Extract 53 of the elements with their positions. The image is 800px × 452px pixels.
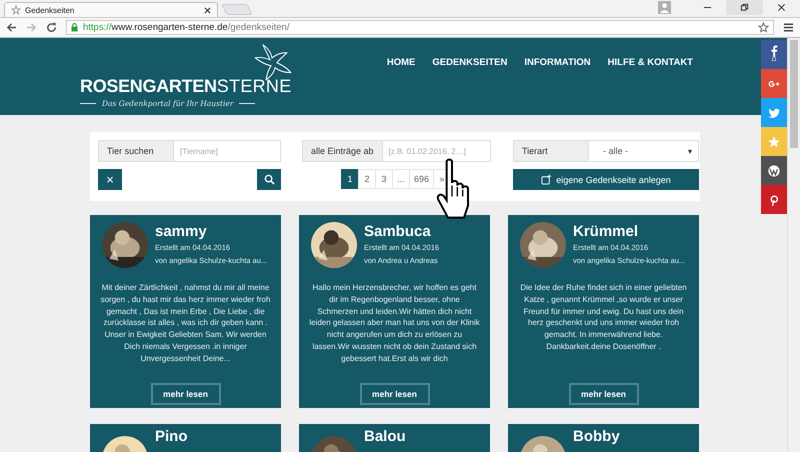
wordpress-icon	[768, 164, 780, 176]
star-icon	[768, 136, 780, 148]
logo-wordmark[interactable]: ROSENGARTENSTERNE	[80, 76, 292, 96]
page-link[interactable]: 2	[358, 169, 376, 189]
pet-name[interactable]: sammy	[155, 223, 268, 241]
memorial-text: Die Idee der Ruhe findet sich in einer geliebten Katze , genannt Krümmel ,so wurde er unser Freund für immer und ewig. Du hast uns dein herz geschenkt und uns immer wieder froh gemacht. In immerwährend liebe. Dankbarkeit.deine Dosenöffner .	[519, 282, 688, 353]
field-label: Tier suchen	[98, 140, 173, 162]
bookmark-star-icon[interactable]	[758, 22, 769, 33]
clear-button[interactable]: ×	[98, 169, 122, 190]
star-logo-icon	[253, 44, 293, 81]
nav-link[interactable]: INFORMATION	[524, 57, 591, 68]
lock-icon	[71, 23, 78, 32]
share-button[interactable]	[761, 156, 787, 185]
pet-name[interactable]: Balou	[364, 428, 406, 446]
page-link[interactable]: ...	[392, 169, 410, 189]
reload-icon[interactable]	[46, 22, 57, 33]
search-field[interactable]: [Tiername]	[173, 140, 281, 162]
close-icon[interactable]	[204, 6, 211, 14]
pet-name[interactable]: Bobby	[573, 428, 620, 446]
field-label: Tierart	[513, 140, 588, 162]
nav-link[interactable]: HILFE & KONTAKT	[608, 57, 693, 68]
pet-name[interactable]: Pino	[155, 428, 188, 446]
scrollbar-thumb[interactable]	[790, 40, 798, 148]
pet-name[interactable]: Krümmel	[573, 223, 686, 241]
read-more-button[interactable]: mehr lesen	[568, 383, 638, 405]
memorial-text: Hallo mein Herzensbrecher, wir hoffen es geht dir im Regenbogenland besser, ohne Schmerzen und leiden.Wir hätten dich nicht leiden gelassen aber man hat uns von der Klinik nicht angerufen um dich zu erlösen zu lassen.Wir wussten nicht ob dein Zustand sich gebessert hat.Erst als wir dich	[309, 282, 480, 365]
date-field[interactable]: [z.B. 01.02.2016, 2…]	[382, 140, 491, 162]
back-icon[interactable]	[6, 22, 17, 33]
restore-icon[interactable]	[726, 0, 763, 15]
page-link[interactable]: 1	[340, 169, 359, 189]
type-dropdown[interactable]: - alle - ▾	[588, 140, 699, 162]
share-button[interactable]	[761, 185, 787, 214]
bird-icon	[768, 106, 780, 118]
address-field[interactable]: https://www.rosengarten-sterne.de/gedenkseiten/	[66, 20, 774, 35]
star-icon	[11, 5, 21, 15]
create-page-button[interactable]: eigene Gedenkseite anlegen	[513, 169, 699, 190]
scrollbar[interactable]	[787, 38, 800, 452]
memorial-text: Mit deiner Zärtlichkeit , nahmst du mir all meine sorgen , du hast mir das herz immer wieder froh gemacht , Das ist mein Erbe , Die Liebe , die zurücklasse ist alles , was ich dir geben kann . Unser in Ewigkeit Geliebten Sam. Wir werden Dich niemals Vergessen .in inniger Unvergessenheit Deine...	[100, 282, 271, 365]
read-more-button[interactable]: mehr lesen	[360, 383, 430, 405]
read-more-button[interactable]: mehr lesen	[150, 383, 220, 405]
nav-link[interactable]: GEDENKSEITEN	[432, 57, 508, 68]
page-link[interactable]: 696	[408, 169, 434, 189]
new-page-icon	[541, 174, 552, 185]
search-button[interactable]	[257, 169, 281, 190]
field-label: alle Einträge ab	[302, 140, 382, 162]
search-icon	[264, 174, 274, 185]
nav-link[interactable]: HOME	[386, 57, 416, 68]
pet-name[interactable]: Sambuca	[364, 223, 440, 241]
share-button[interactable]	[761, 69, 787, 98]
page-link[interactable]: 3	[374, 169, 393, 189]
menu-icon[interactable]	[783, 22, 794, 33]
browser-tab[interactable]: Gedenkseiten	[4, 2, 218, 17]
pinterest-icon	[768, 194, 780, 206]
